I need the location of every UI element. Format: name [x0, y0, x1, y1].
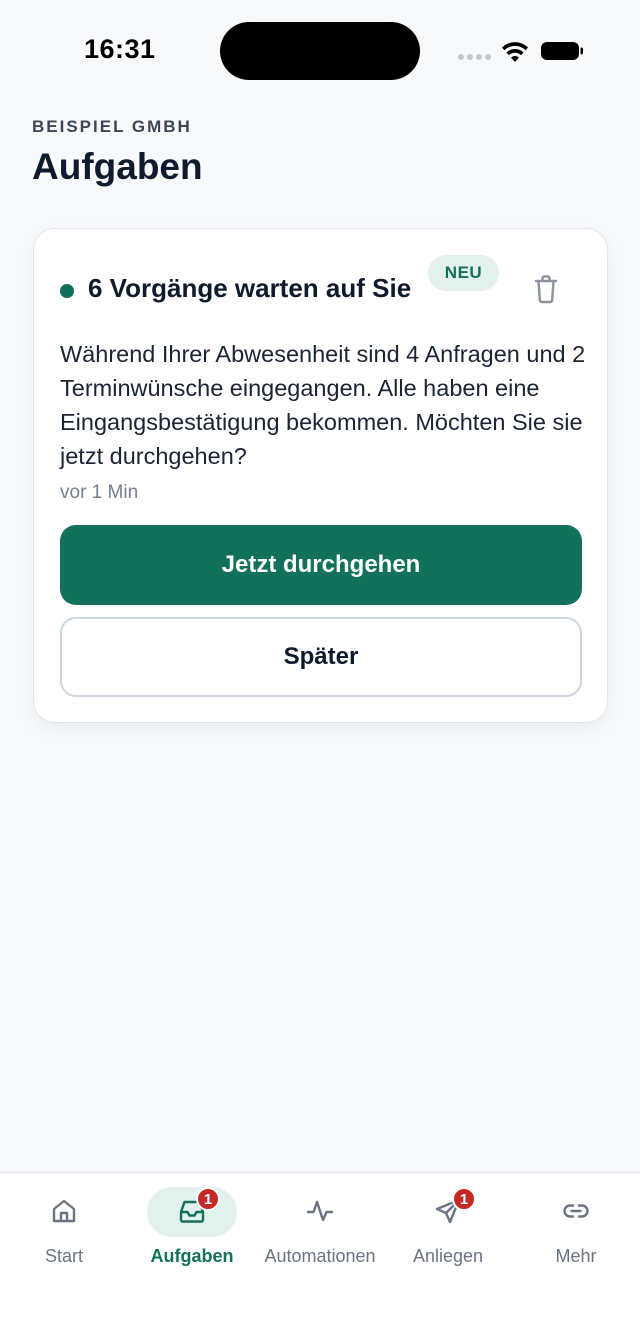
nav-label-automationen: Automationen — [264, 1246, 376, 1266]
nav-badge-aufgaben: 1 — [196, 1187, 220, 1211]
nav-item-automationen[interactable]: Automationen — [256, 1173, 384, 1283]
task-card-body: Während Ihrer Abwesenheit sind 4 Anfrage… — [60, 341, 586, 469]
cellular-signal-icon — [458, 54, 491, 60]
bottom-nav: Start 1 Aufgaben Automationen 1 Anliegen… — [0, 1172, 640, 1326]
nav-item-start[interactable]: Start — [0, 1173, 128, 1283]
wifi-icon — [502, 42, 528, 62]
nav-badge-anliegen: 1 — [452, 1187, 476, 1211]
nav-item-anliegen[interactable]: 1 Anliegen — [384, 1173, 512, 1283]
battery-icon — [541, 42, 583, 60]
home-icon — [52, 1199, 76, 1223]
screen: 16:31 BEISPIEL GMBH Aufgaben 6 Vorgänge … — [0, 0, 640, 1326]
status-time: 16:31 — [84, 34, 156, 64]
page-title: Aufgaben — [32, 146, 203, 187]
task-card-timestamp: vor 1 Min — [60, 482, 139, 503]
later-button[interactable]: Später — [60, 617, 582, 697]
new-badge: NEU — [428, 255, 499, 291]
status-bar: 16:31 — [0, 0, 640, 100]
nav-item-aufgaben[interactable]: 1 Aufgaben — [128, 1173, 256, 1283]
link-icon — [563, 1204, 589, 1218]
task-card-header: 6 Vorgänge warten auf Sie NEU — [34, 229, 607, 329]
review-now-button[interactable]: Jetzt durchgehen — [60, 525, 582, 605]
task-card: 6 Vorgänge warten auf Sie NEU Während Ih… — [33, 228, 608, 723]
trash-icon[interactable] — [532, 274, 560, 304]
nav-label-aufgaben: Aufgaben — [150, 1246, 234, 1266]
status-dot — [60, 284, 74, 298]
nav-label-anliegen: Anliegen — [412, 1246, 484, 1266]
nav-label-mehr: Mehr — [555, 1246, 597, 1266]
activity-icon — [306, 1200, 334, 1222]
nav-item-mehr[interactable]: Mehr — [512, 1173, 640, 1283]
dynamic-island — [220, 22, 420, 80]
task-card-title: 6 Vorgänge warten auf Sie — [88, 273, 412, 303]
company-name: BEISPIEL GMBH — [32, 117, 192, 136]
